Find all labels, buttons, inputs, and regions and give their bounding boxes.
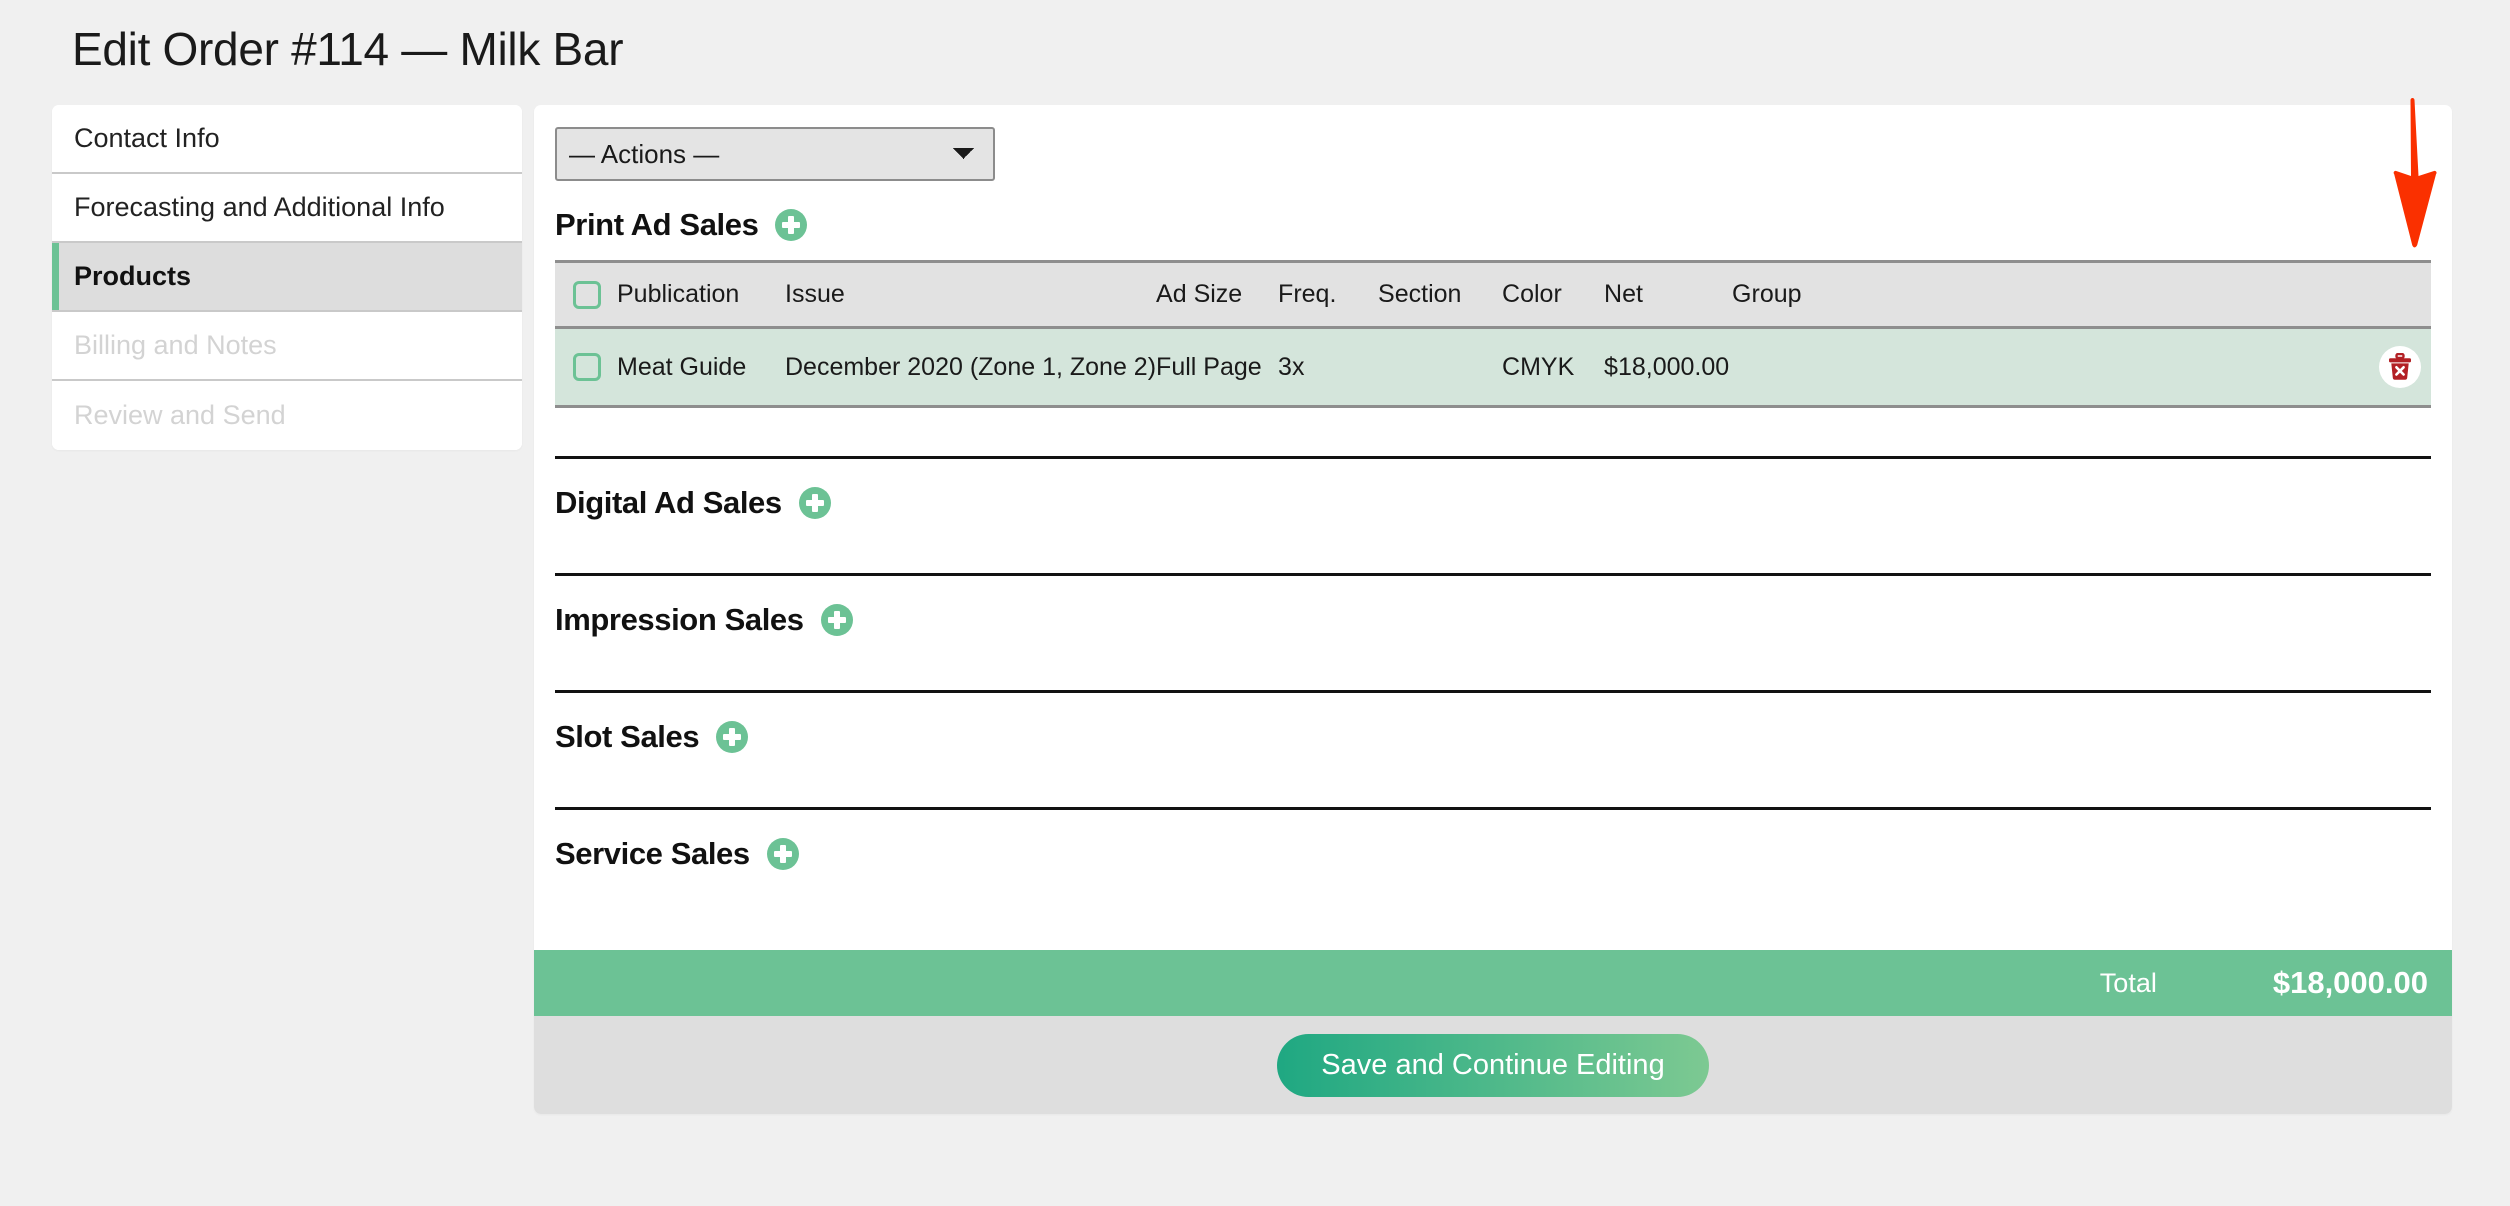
table-body: Meat Guide December 2020 (Zone 1, Zone 2… <box>555 327 2431 408</box>
select-all-header <box>555 260 617 329</box>
sidebar-nav: Contact Info Forecasting and Additional … <box>52 105 522 450</box>
actions-select[interactable]: — Actions — <box>555 127 995 181</box>
print-ad-sales-table: Publication Issue Ad Size Freq. Section … <box>555 260 2431 408</box>
plus-circle-icon[interactable] <box>798 487 831 519</box>
sidebar-item-label: Billing and Notes <box>74 330 277 360</box>
sidebar-item-billing-and-notes: Billing and Notes <box>52 312 522 381</box>
column-header-group[interactable]: Group <box>1732 260 2301 329</box>
section-header: Digital Ad Sales <box>555 459 2431 525</box>
section-digital-ad-sales: Digital Ad Sales <box>555 459 2431 576</box>
row-select-checkbox[interactable] <box>573 353 601 381</box>
plus-circle-icon[interactable] <box>775 209 808 241</box>
table-header-row: Publication Issue Ad Size Freq. Section … <box>555 260 2431 329</box>
sidebar-item-contact-info[interactable]: Contact Info <box>52 105 522 174</box>
trash-delete-icon[interactable] <box>2379 346 2421 388</box>
section-header: Slot Sales <box>555 693 2431 759</box>
table-row[interactable]: Meat Guide December 2020 (Zone 1, Zone 2… <box>555 327 2431 408</box>
sidebar-item-label: Contact Info <box>74 123 220 153</box>
column-header-actions <box>2301 260 2431 329</box>
plus-circle-icon[interactable] <box>766 838 799 870</box>
sidebar-item-label: Forecasting and Additional Info <box>74 192 445 222</box>
section-header: Impression Sales <box>555 576 2431 642</box>
column-header-publication[interactable]: Publication <box>617 260 785 329</box>
section-print-ad-sales: Print Ad Sales Publication Issue Ad Size… <box>555 181 2431 459</box>
page-title: Edit Order #114 — Milk Bar <box>72 23 624 75</box>
trash-can-glyph <box>2389 353 2411 380</box>
sidebar-item-forecasting[interactable]: Forecasting and Additional Info <box>52 174 522 243</box>
column-header-section[interactable]: Section <box>1378 260 1503 329</box>
plus-circle-icon[interactable] <box>820 604 853 636</box>
total-label: Total <box>2099 967 2157 998</box>
column-header-ad-size[interactable]: Ad Size <box>1156 260 1279 329</box>
save-and-continue-editing-button[interactable]: Save and Continue Editing <box>1277 1033 1709 1097</box>
total-value: $18,000.00 <box>2272 965 2428 1000</box>
section-header: Print Ad Sales <box>555 181 2431 247</box>
section-slot-sales: Slot Sales <box>555 693 2431 810</box>
column-header-net[interactable]: Net <box>1604 260 1733 329</box>
cell-net: $18,000.00 <box>1604 327 1733 408</box>
cell-section <box>1378 327 1503 408</box>
products-panel: — Actions — Print Ad Sales Publication I… <box>534 105 2452 1114</box>
cell-group <box>1732 327 2301 408</box>
row-select-cell <box>555 327 617 408</box>
app-root: Edit Order #114 — Milk Bar Contact Info … <box>0 0 2510 1206</box>
cell-issue: December 2020 (Zone 1, Zone 2) <box>785 327 1157 408</box>
column-header-issue[interactable]: Issue <box>785 260 1157 329</box>
column-header-color[interactable]: Color <box>1502 260 1605 329</box>
sidebar-item-products[interactable]: Products <box>52 243 522 312</box>
plus-circle-icon[interactable] <box>716 721 749 753</box>
cell-publication: Meat Guide <box>617 327 785 408</box>
sidebar-item-label: Products <box>74 261 192 291</box>
section-title: Print Ad Sales <box>555 207 759 242</box>
column-header-freq[interactable]: Freq. <box>1278 260 1379 329</box>
sidebar-item-label: Review and Send <box>74 400 286 430</box>
sidebar-item-review-and-send: Review and Send <box>52 381 522 450</box>
cell-freq: 3x <box>1278 327 1379 408</box>
select-all-checkbox[interactable] <box>573 280 601 309</box>
section-header: Service Sales <box>555 810 2431 876</box>
order-total-bar: Total $18,000.00 <box>534 950 2452 1016</box>
products-panel-body: — Actions — Print Ad Sales Publication I… <box>534 105 2452 912</box>
table-head: Publication Issue Ad Size Freq. Section … <box>555 260 2431 329</box>
cell-color: CMYK <box>1502 327 1605 408</box>
panel-footer: Save and Continue Editing <box>534 1016 2452 1114</box>
section-title: Digital Ad Sales <box>555 485 782 520</box>
section-title: Impression Sales <box>555 602 804 637</box>
section-title: Slot Sales <box>555 719 700 754</box>
section-title: Service Sales <box>555 836 750 871</box>
cell-actions <box>2301 327 2431 408</box>
section-service-sales: Service Sales <box>555 810 2431 912</box>
section-impression-sales: Impression Sales <box>555 576 2431 693</box>
cell-ad-size: Full Page <box>1156 327 1279 408</box>
